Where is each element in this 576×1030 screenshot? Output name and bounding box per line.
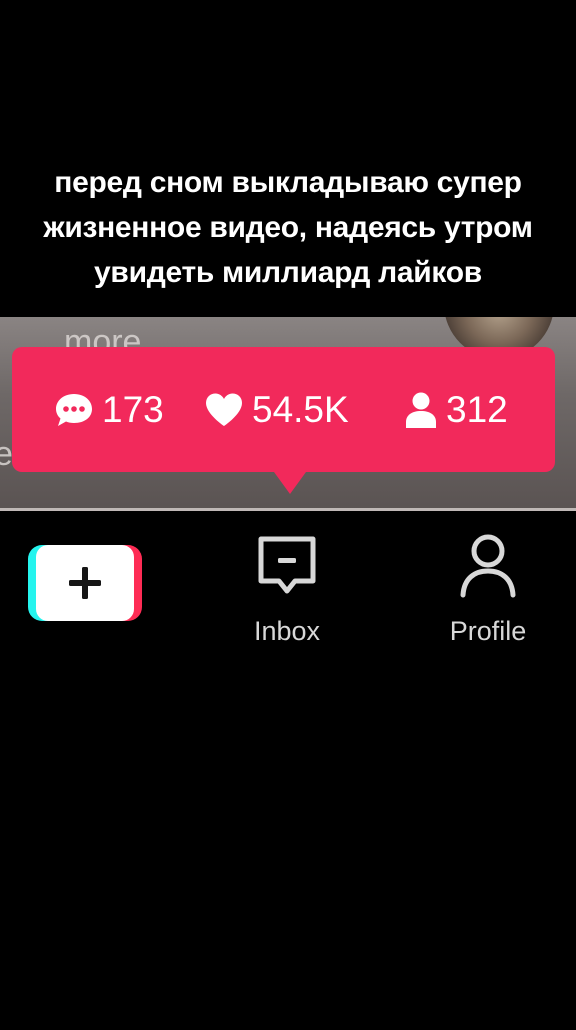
likes-stat[interactable]: 54.5K [204, 389, 349, 430]
inbox-label: Inbox [253, 616, 321, 646]
comments-stat[interactable]: 173 [54, 389, 164, 430]
heart-icon [204, 392, 244, 428]
followers-count: 312 [446, 389, 508, 430]
video-partial-text: e [0, 435, 13, 473]
create-button[interactable] [28, 545, 142, 621]
profile-label: Profile [449, 616, 527, 646]
comment-icon [54, 392, 94, 428]
nav-profile[interactable]: Profile [423, 533, 553, 647]
caption-line-3: увидеть миллиард лайков [94, 256, 482, 289]
caption-line-1: перед сном выкладываю супер [54, 166, 522, 199]
person-icon [404, 391, 438, 429]
nav-inbox[interactable]: Inbox [222, 533, 352, 647]
tooltip-tail [274, 472, 306, 494]
profile-icon [456, 533, 520, 604]
plus-icon [36, 545, 134, 621]
meme-caption: перед сном выкладываю супер жизненное ви… [0, 160, 576, 295]
inbox-icon [255, 533, 319, 604]
bottom-navigation: Inbox Profile [0, 511, 576, 661]
followers-stat[interactable]: 312 [404, 389, 508, 430]
caption-line-2: жизненное видео, надеясь утром [43, 211, 533, 244]
stats-tooltip: 173 54.5K 312 [12, 347, 555, 494]
likes-count: 54.5K [252, 389, 349, 430]
comments-count: 173 [102, 389, 164, 430]
